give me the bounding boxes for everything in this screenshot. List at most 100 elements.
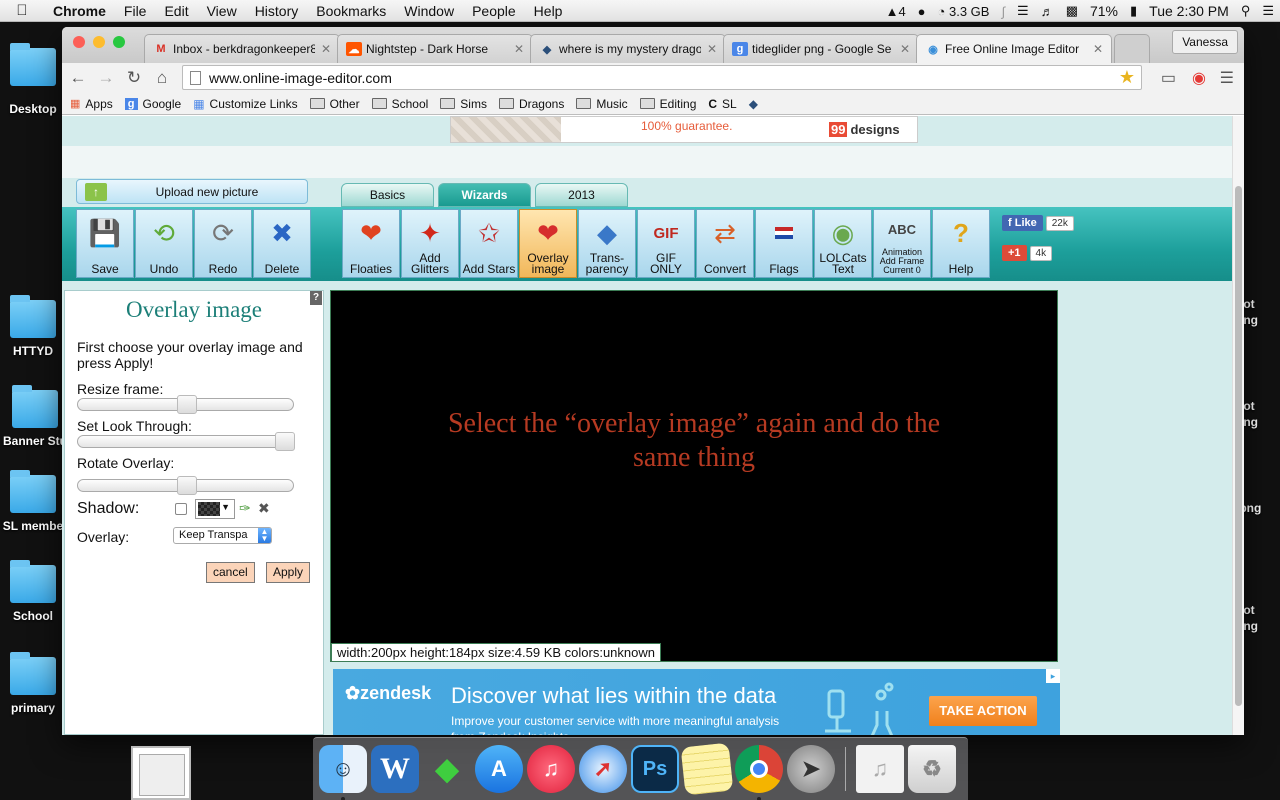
google-plus[interactable]: +1 4k xyxy=(1002,245,1053,261)
itunes-icon[interactable]: ♫ xyxy=(527,745,575,793)
shadow-checkbox[interactable] xyxy=(175,503,187,515)
trash-icon[interactable]: ♻ xyxy=(908,745,956,793)
cast-icon[interactable]: ▭ xyxy=(1161,68,1176,88)
notification-center-icon[interactable]: ☰ xyxy=(1262,3,1274,19)
overlay-image-button[interactable]: ❤ Overlay image xyxy=(519,209,577,278)
bookmark-apps[interactable]: ▦ Apps xyxy=(70,97,113,111)
menu-view[interactable]: View xyxy=(198,3,246,19)
display-icon[interactable]: ▩ xyxy=(1066,3,1078,19)
launchpad-rocket-icon[interactable]: ➤ xyxy=(787,745,835,793)
home-icon[interactable]: ⌂ xyxy=(148,68,176,88)
shadow-color-picker[interactable]: ▼ xyxy=(195,499,235,519)
look-through-slider[interactable] xyxy=(77,432,295,451)
menu-app-name[interactable]: Chrome xyxy=(44,3,115,19)
close-window-button[interactable] xyxy=(73,36,85,48)
add-stars-button[interactable]: ✩ Add Stars xyxy=(460,209,518,278)
bookmark-folder-dragons[interactable]: Dragons xyxy=(498,97,564,111)
new-tab-button[interactable] xyxy=(1114,34,1150,63)
bookmark-folder-editing[interactable]: Editing xyxy=(639,97,696,111)
extension-icon[interactable]: ◉ xyxy=(1192,68,1206,88)
desktop-folder-httyd[interactable]: HTTYD xyxy=(0,295,66,358)
transparency-button[interactable]: ◆ Trans- parency xyxy=(578,209,636,278)
help-button[interactable]: ? Help xyxy=(932,209,990,278)
delete-button[interactable]: ✖ Delete xyxy=(253,209,311,278)
facebook-like-button[interactable]: f Like xyxy=(1002,215,1043,231)
zendesk-ad[interactable]: ✿zendesk Discover what lies within the d… xyxy=(333,669,1060,735)
facebook-like[interactable]: f Like 22k xyxy=(1002,215,1074,231)
desktop-folder-banner[interactable]: Banner Stu xyxy=(2,385,68,448)
profile-button[interactable]: Vanessa xyxy=(1172,30,1238,54)
apple-icon[interactable]:  xyxy=(0,2,44,19)
page-scrollbar[interactable] xyxy=(1232,116,1244,735)
take-action-button[interactable]: TAKE ACTION xyxy=(929,696,1037,726)
bookmark-folder-other[interactable]: Other xyxy=(309,97,360,111)
floaties-button[interactable]: ❤ Floaties xyxy=(342,209,400,278)
tab-wizards[interactable]: Wizards xyxy=(438,183,531,207)
bluetooth-icon[interactable]: ∫ xyxy=(1001,4,1005,19)
convert-button[interactable]: ⇄ Convert xyxy=(696,209,754,278)
scrollbar-thumb[interactable] xyxy=(1235,186,1242,706)
adchoices-icon[interactable]: ▸ xyxy=(1046,669,1060,683)
bookmark-folder-music[interactable]: Music xyxy=(576,97,628,111)
back-icon[interactable]: ← xyxy=(64,68,92,88)
undo-button[interactable]: ⟲ Undo xyxy=(135,209,193,278)
sims-plumbob-icon[interactable]: ◆ xyxy=(423,745,471,793)
flags-button[interactable]: Flags xyxy=(755,209,813,278)
overlay-mode-select[interactable]: Keep Transpa ▲ ▼ xyxy=(173,527,272,544)
volume-icon[interactable]: ♬ xyxy=(1041,4,1054,19)
documents-stack-icon[interactable]: ♫ xyxy=(856,745,904,793)
animation-button[interactable]: ABC Animation Add Frame Current 0 xyxy=(873,209,931,278)
tab-google-search[interactable]: g tideglider png - Google Se ✕ xyxy=(723,34,919,63)
desktop-folder-primary[interactable]: primary xyxy=(0,652,66,715)
tab-image-editor[interactable]: ◉ Free Online Image Editor ✕ xyxy=(916,34,1112,63)
close-tab-icon[interactable]: ✕ xyxy=(900,42,910,56)
notification-icon[interactable]: ▲4 xyxy=(886,4,906,19)
resize-frame-slider[interactable] xyxy=(77,395,294,414)
chrome-icon[interactable] xyxy=(735,745,783,800)
close-tab-icon[interactable]: ✕ xyxy=(514,42,524,56)
sync-icon[interactable]: ● xyxy=(918,4,926,19)
redo-button[interactable]: ⟳ Redo xyxy=(194,209,252,278)
gif-only-button[interactable]: GIF GIF ONLY xyxy=(637,209,695,278)
forward-icon[interactable]: → xyxy=(92,68,120,88)
menu-history[interactable]: History xyxy=(246,3,308,19)
add-glitters-button[interactable]: ✦ Add Glitters xyxy=(401,209,459,278)
battery-percent[interactable]: 71% xyxy=(1090,3,1118,19)
close-tab-icon[interactable]: ✕ xyxy=(321,42,331,56)
wifi-icon[interactable]: ☰ xyxy=(1017,3,1029,19)
upload-button[interactable]: ↑ Upload new picture xyxy=(76,179,308,204)
tab-gmail[interactable]: M Inbox - berkdragonkeeper8 ✕ xyxy=(144,34,340,63)
eyedropper-icon[interactable]: ✑ xyxy=(239,500,251,517)
word-icon[interactable]: W xyxy=(371,745,419,793)
cancel-button[interactable]: cancel xyxy=(206,562,255,583)
notes-icon[interactable] xyxy=(680,742,734,796)
bookmark-folder-sims[interactable]: Sims xyxy=(440,97,487,111)
tab-soundcloud[interactable]: ☁ Nightstep - Dark Horse ✕ xyxy=(337,34,533,63)
slider-thumb[interactable] xyxy=(177,476,197,495)
memory-icon[interactable]: ◔ 3.3 GB xyxy=(938,4,990,19)
top-banner-ad[interactable]: 100% guarantee. 99 designs xyxy=(450,116,918,143)
bookmark-dragon[interactable]: ◆ xyxy=(749,97,758,111)
clock[interactable]: Tue 2:30 PM xyxy=(1149,3,1229,19)
address-bar[interactable]: www.online-image-editor.com ★ xyxy=(182,65,1142,90)
image-canvas[interactable]: Select the “overlay image” again and do … xyxy=(330,290,1058,662)
close-tab-icon[interactable]: ✕ xyxy=(1093,42,1103,56)
reload-icon[interactable]: ↻ xyxy=(120,68,148,88)
desktop-folder-school[interactable]: School xyxy=(0,560,66,623)
bookmark-customize-links[interactable]: ▦ Customize Links xyxy=(193,97,297,111)
zoom-window-button[interactable] xyxy=(113,36,125,48)
apply-button[interactable]: Apply xyxy=(266,562,311,583)
menu-window[interactable]: Window xyxy=(395,3,463,19)
menu-edit[interactable]: Edit xyxy=(155,3,197,19)
menu-help[interactable]: Help xyxy=(525,3,572,19)
menu-file[interactable]: File xyxy=(115,3,156,19)
save-button[interactable]: 💾 Save xyxy=(76,209,134,278)
desktop-folder-sl[interactable]: SL membe xyxy=(0,470,66,533)
google-plus-button[interactable]: +1 xyxy=(1002,245,1027,261)
lolcats-text-button[interactable]: ◉ LOLCats Text xyxy=(814,209,872,278)
menu-bookmarks[interactable]: Bookmarks xyxy=(307,3,395,19)
spotlight-icon[interactable]: ⚲ xyxy=(1241,3,1251,19)
chrome-menu-icon[interactable]: ☰ xyxy=(1220,68,1234,88)
finder-icon[interactable]: ☺ xyxy=(319,745,367,800)
tools-icon[interactable]: ✖ xyxy=(258,500,270,517)
